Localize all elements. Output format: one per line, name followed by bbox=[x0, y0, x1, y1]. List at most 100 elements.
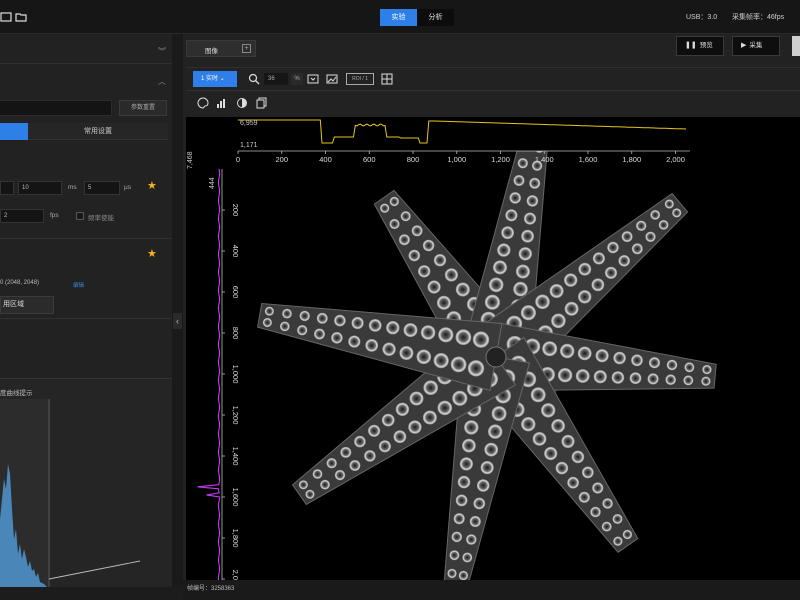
collapse-icon[interactable]: ︾ bbox=[158, 46, 166, 57]
reset-params-button[interactable]: 参数重置 bbox=[119, 100, 167, 116]
exposure-fine-field[interactable]: 5 bbox=[84, 181, 120, 195]
live-dropdown[interactable]: 1 实时 ⌄ bbox=[193, 71, 237, 87]
edge-button[interactable] bbox=[792, 36, 800, 56]
y-tick-label: 200 bbox=[231, 204, 240, 217]
window-icon[interactable] bbox=[0, 11, 12, 23]
panel-section-header: ︾ bbox=[0, 34, 172, 64]
sucker bbox=[418, 265, 431, 278]
sucker bbox=[348, 335, 361, 348]
sucker bbox=[607, 241, 619, 254]
grid-icon[interactable] bbox=[381, 73, 393, 85]
octopus-mouth bbox=[485, 346, 507, 368]
preset-input[interactable] bbox=[0, 100, 112, 116]
sucker bbox=[437, 400, 453, 416]
sucker bbox=[331, 332, 343, 344]
sucker bbox=[400, 211, 411, 222]
sucker bbox=[349, 460, 361, 471]
sucker bbox=[452, 390, 468, 406]
sucker bbox=[297, 325, 308, 336]
sucker bbox=[282, 308, 292, 319]
doc-tab-image[interactable]: 图像 + bbox=[186, 40, 256, 57]
exposure-fine-unit: μs bbox=[124, 184, 131, 191]
capture-button[interactable]: ▶ 采集 bbox=[732, 36, 780, 56]
y-tick-label: 400 bbox=[231, 245, 240, 258]
exposure-field-a[interactable] bbox=[0, 181, 14, 195]
section-divider bbox=[0, 238, 172, 239]
add-tab-icon[interactable]: + bbox=[242, 44, 251, 53]
sucker bbox=[411, 225, 423, 237]
zoom-icon[interactable] bbox=[248, 73, 260, 85]
folder-icon[interactable] bbox=[15, 11, 27, 23]
image-adjust-icon[interactable] bbox=[326, 73, 338, 85]
tab-common-settings[interactable]: 常用设置 bbox=[28, 123, 168, 140]
exposure-field[interactable]: 10 bbox=[18, 181, 62, 195]
preview-button[interactable]: ❚❚ 预览 bbox=[676, 36, 724, 56]
sucker bbox=[601, 521, 612, 532]
panel-toggle-icon[interactable]: ‹ bbox=[173, 313, 182, 329]
favorite-star-icon[interactable]: ★ bbox=[147, 179, 157, 192]
zoom-input[interactable]: 36 bbox=[264, 73, 288, 85]
sucker bbox=[513, 175, 525, 186]
octopus-image bbox=[256, 117, 717, 580]
tab-advanced[interactable] bbox=[0, 123, 28, 140]
sucker bbox=[305, 489, 315, 499]
histogram-icon[interactable] bbox=[216, 97, 228, 109]
sucker bbox=[451, 531, 463, 543]
fit-window-icon[interactable] bbox=[307, 73, 319, 85]
resolution-edit-link[interactable]: 编辑 bbox=[73, 281, 84, 289]
x-profile-max: 6,959 bbox=[240, 120, 258, 127]
sucker bbox=[455, 282, 470, 297]
sucker bbox=[497, 243, 511, 257]
image-viewer[interactable]: 6,959 1,171 0 200 400 600 800 1,000 1,200 1,400… bbox=[186, 117, 800, 580]
histogram-chart[interactable] bbox=[0, 379, 172, 588]
sucker bbox=[455, 494, 468, 507]
sucker bbox=[557, 368, 573, 383]
play-icon: ▶ bbox=[741, 42, 747, 49]
y-tick-label: 2,000 bbox=[231, 570, 240, 580]
y-profile: 7,468 444 200 400 600 800 1,000 1,200 1,400 1,6… bbox=[187, 151, 240, 580]
favorite-star-icon[interactable]: ★ bbox=[147, 247, 157, 260]
sucker bbox=[408, 249, 421, 262]
tab-analysis[interactable]: 分析 bbox=[417, 9, 454, 26]
frame-number: 帧编号：3258363 bbox=[187, 586, 235, 592]
fps-enable-checkbox[interactable] bbox=[76, 212, 84, 220]
x-profile: 6,959 1,171 0 200 400 600 800 1,000 1,200 1,400… bbox=[236, 117, 690, 164]
capture-label: 采集 bbox=[749, 42, 763, 49]
roi-select[interactable]: 用区域 bbox=[0, 296, 54, 314]
sucker bbox=[312, 469, 323, 479]
left-footer bbox=[0, 587, 183, 600]
sucker bbox=[423, 380, 438, 396]
sucker bbox=[515, 264, 530, 279]
copy-icon[interactable] bbox=[256, 97, 268, 109]
tab-experiment[interactable]: 实验 bbox=[380, 9, 417, 26]
chevron-up-icon[interactable]: ︿ bbox=[158, 76, 166, 87]
status-footer bbox=[183, 580, 800, 600]
y-tick-label: 1,200 bbox=[231, 406, 240, 425]
y-profile-min: 444 bbox=[209, 177, 216, 189]
sucker bbox=[334, 314, 346, 327]
sucker bbox=[473, 497, 486, 510]
roi-button[interactable]: ROI / 1 bbox=[346, 73, 374, 85]
sucker bbox=[567, 476, 579, 489]
contrast-icon[interactable] bbox=[236, 97, 248, 109]
sucker bbox=[549, 284, 564, 298]
y-tick-label: 1,000 bbox=[231, 365, 240, 384]
fps-field[interactable]: 2 bbox=[0, 209, 44, 223]
x-tick-label: 0 bbox=[236, 155, 240, 164]
sucker bbox=[530, 387, 546, 403]
sucker bbox=[564, 273, 578, 287]
histogram-curve[interactable] bbox=[48, 560, 141, 580]
sucker bbox=[449, 550, 460, 561]
x-tick-label: 1,600 bbox=[579, 155, 598, 164]
sucker bbox=[480, 461, 494, 475]
y-tick-label: 800 bbox=[231, 327, 240, 340]
palette-icon[interactable] bbox=[197, 97, 209, 109]
sucker bbox=[529, 177, 541, 189]
sucker bbox=[264, 306, 274, 316]
viewer-canvas[interactable]: 6,959 1,171 0 200 400 600 800 1,000 1,200 1,400… bbox=[186, 117, 800, 580]
sucker bbox=[493, 260, 507, 275]
sucker bbox=[513, 281, 528, 297]
sucker bbox=[422, 410, 437, 425]
sucker bbox=[613, 536, 623, 546]
sucker bbox=[472, 331, 490, 348]
